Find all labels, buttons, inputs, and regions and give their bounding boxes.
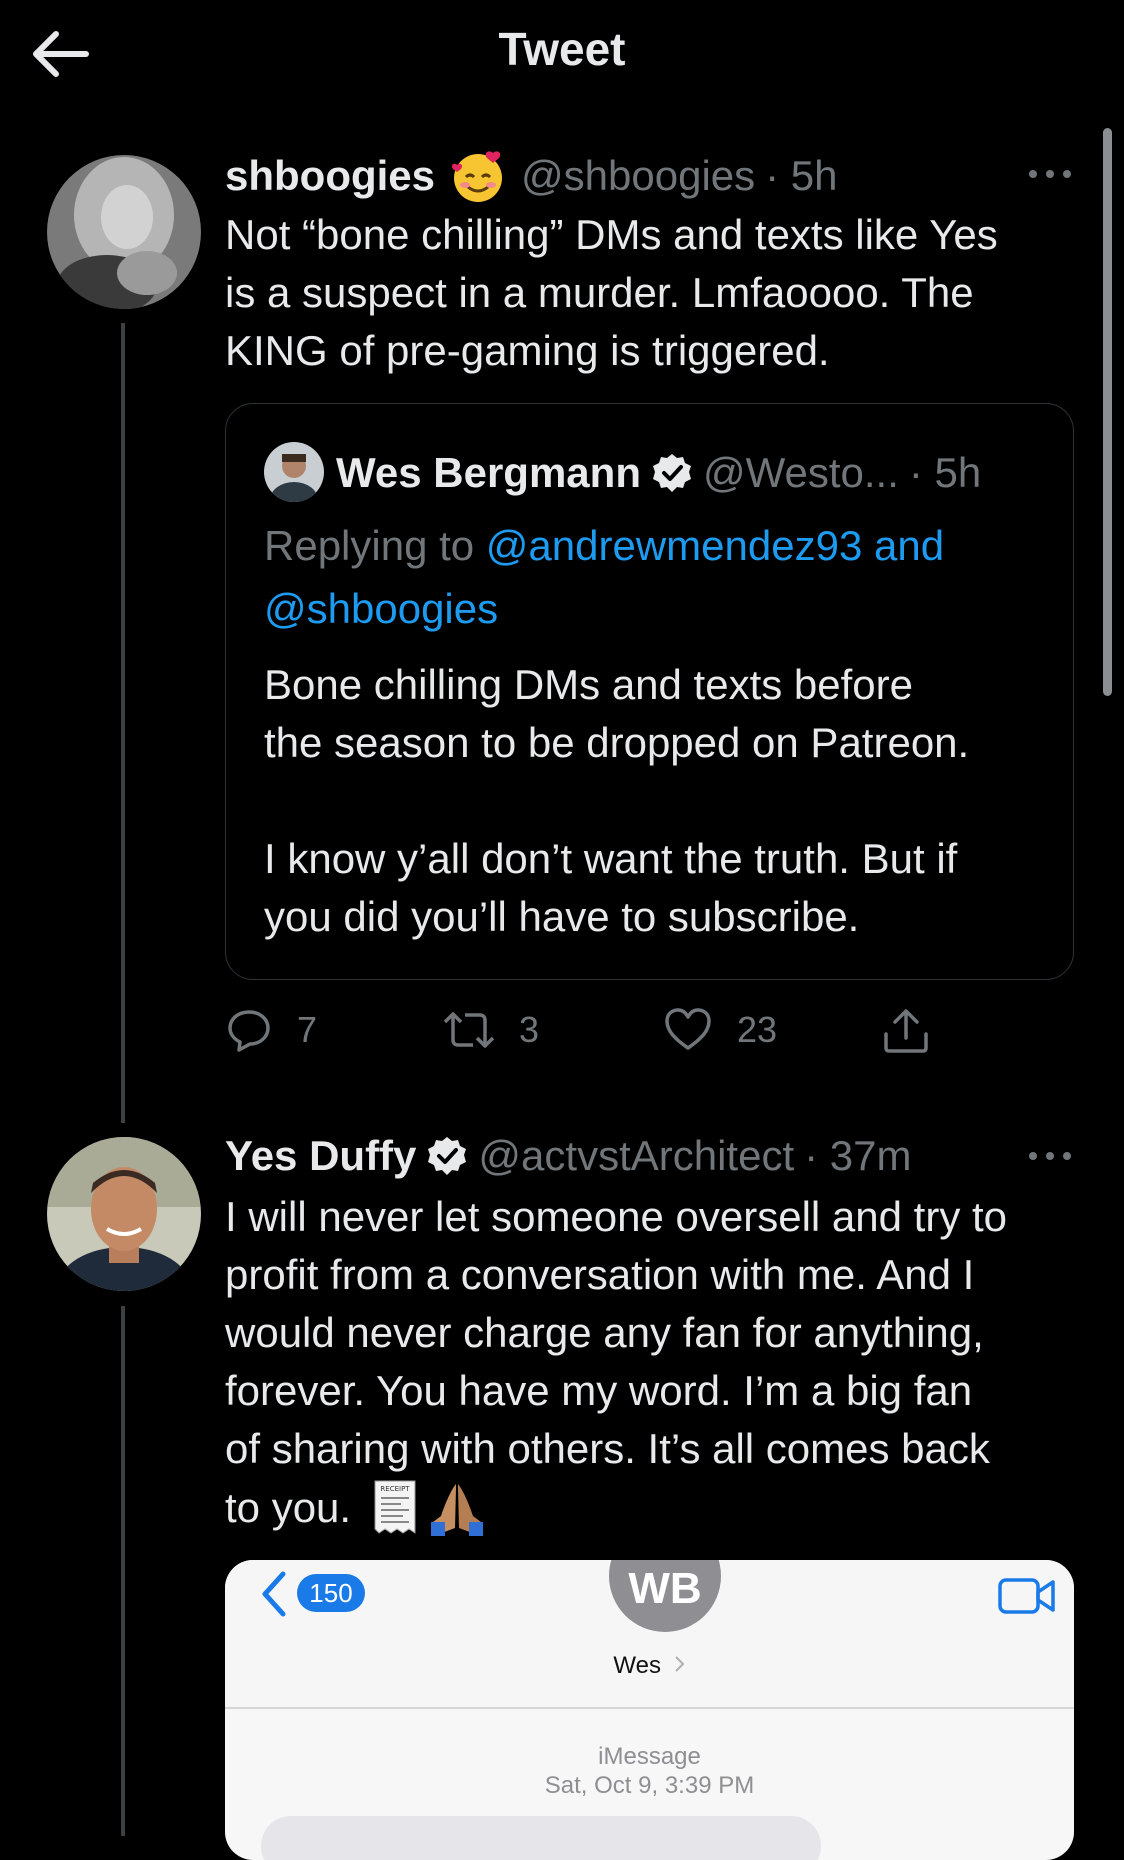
text-line: of sharing with others. It’s all comes b… (225, 1425, 990, 1472)
tweet-header: shboogies @shboogies · 5h (225, 148, 838, 204)
more-options-icon[interactable] (1025, 164, 1075, 184)
retweet-button[interactable]: 3 (441, 1006, 539, 1054)
replying-prefix: Replying to (264, 522, 475, 569)
contact-initials: WB (628, 1564, 702, 1613)
quoted-header: Wes Bergmann @Westo... · 5h (336, 445, 981, 501)
chevron-left-icon[interactable] (261, 1570, 287, 1618)
share-button[interactable] (881, 1006, 931, 1061)
like-button[interactable]: 23 (663, 1006, 777, 1054)
thread-line (121, 1306, 125, 1836)
tweet-text: I will never let someone oversell and tr… (225, 1188, 1095, 1538)
imessage-service-label: iMessage (598, 1743, 701, 1770)
text-line: KING of pre-gaming is triggered. (225, 327, 830, 374)
quoted-author-handle: @Westo... (702, 449, 899, 496)
smiling-face-with-hearts-icon (451, 151, 503, 202)
quoted-author-name: Wes Bergmann (336, 449, 641, 496)
profile-photo (47, 155, 201, 309)
receipt-label: RECEIPT (381, 1485, 411, 1493)
author-name[interactable]: shboogies (225, 152, 435, 200)
text-line: Bone chilling DMs and texts before (264, 661, 914, 708)
folded-hands-icon (431, 1484, 484, 1536)
thread-line (121, 323, 125, 1123)
video-call-icon[interactable] (997, 1576, 1057, 1616)
tweet-time[interactable]: · 5h (765, 152, 837, 200)
verified-badge-icon (652, 454, 691, 492)
unread-badge[interactable]: 150 (297, 1574, 365, 1612)
text-line: forever. You have my word. I’m a big fan (225, 1367, 973, 1414)
text-line (264, 772, 1064, 830)
chevron-right-icon (674, 1656, 685, 1672)
like-count: 23 (737, 1009, 778, 1050)
text-line: to you. (225, 1484, 352, 1531)
quoted-avatar[interactable] (264, 442, 324, 502)
reply-button[interactable]: 7 (225, 1006, 317, 1054)
quoted-tweet-time: · 5h (908, 449, 982, 496)
tweet-header: Yes Duffy @actvstArchitect · 37m (225, 1128, 911, 1184)
reply-icon (228, 1010, 270, 1052)
verified-badge-icon (428, 1137, 467, 1175)
mention-link[interactable]: @shboogies (264, 585, 498, 632)
text-line: profit from a conversation with me. And … (225, 1251, 975, 1298)
avatar[interactable] (47, 1137, 201, 1291)
retweet-count: 3 (519, 1009, 540, 1050)
tweet-text: Not “bone chilling” DMs and texts like Y… (225, 206, 1085, 380)
quoted-tweet-text: Bone chilling DMs and texts before the s… (264, 656, 1064, 946)
action-bar: 7 3 23 (225, 1006, 945, 1062)
text-line: you did you’ll have to subscribe. (264, 893, 860, 940)
text-line: would never charge any fan for anything, (225, 1309, 984, 1356)
tweet-time[interactable]: · 37m (804, 1132, 911, 1180)
more-options-icon[interactable] (1025, 1146, 1075, 1166)
text-line: I will never let someone oversell and tr… (225, 1193, 1008, 1240)
share-icon (884, 1009, 928, 1053)
attached-image[interactable]: 150 WB Wes iMessage Sat, Oct 9, 3:39 PM (225, 1560, 1074, 1860)
message-bubble (261, 1816, 821, 1860)
text-line: I know y’all don’t want the truth. But i… (264, 835, 958, 882)
author-handle[interactable]: @actvstArchitect (478, 1132, 794, 1180)
scrollbar[interactable] (1103, 128, 1112, 696)
contact-name-row[interactable]: Wes (225, 1652, 1074, 1680)
text-line: the season to be dropped on Patreon. (264, 719, 970, 766)
profile-photo (264, 442, 324, 502)
contact-name: Wes (613, 1652, 661, 1679)
text-line: Not “bone chilling” DMs and texts like Y… (225, 211, 998, 258)
imessage-date: Sat, Oct 9, 3:39 PM (544, 1772, 755, 1799)
retweet-icon (443, 1012, 495, 1048)
author-handle[interactable]: @shboogies (521, 152, 755, 200)
reply-count: 7 (297, 1009, 318, 1050)
profile-photo (47, 1137, 201, 1291)
heart-icon (665, 1008, 711, 1050)
page-title: Tweet (498, 23, 626, 75)
text-line: is a suspect in a murder. Lmfaoooo. The (225, 269, 974, 316)
avatar[interactable] (47, 155, 201, 309)
mention-link[interactable]: @andrewmendez93 (486, 522, 863, 569)
replying-to: Replying to @andrewmendez93 and @shboogi… (264, 514, 1054, 640)
receipt-icon: RECEIPT (374, 1480, 416, 1534)
author-name[interactable]: Yes Duffy (225, 1132, 416, 1180)
replying-and[interactable]: and (874, 522, 944, 569)
